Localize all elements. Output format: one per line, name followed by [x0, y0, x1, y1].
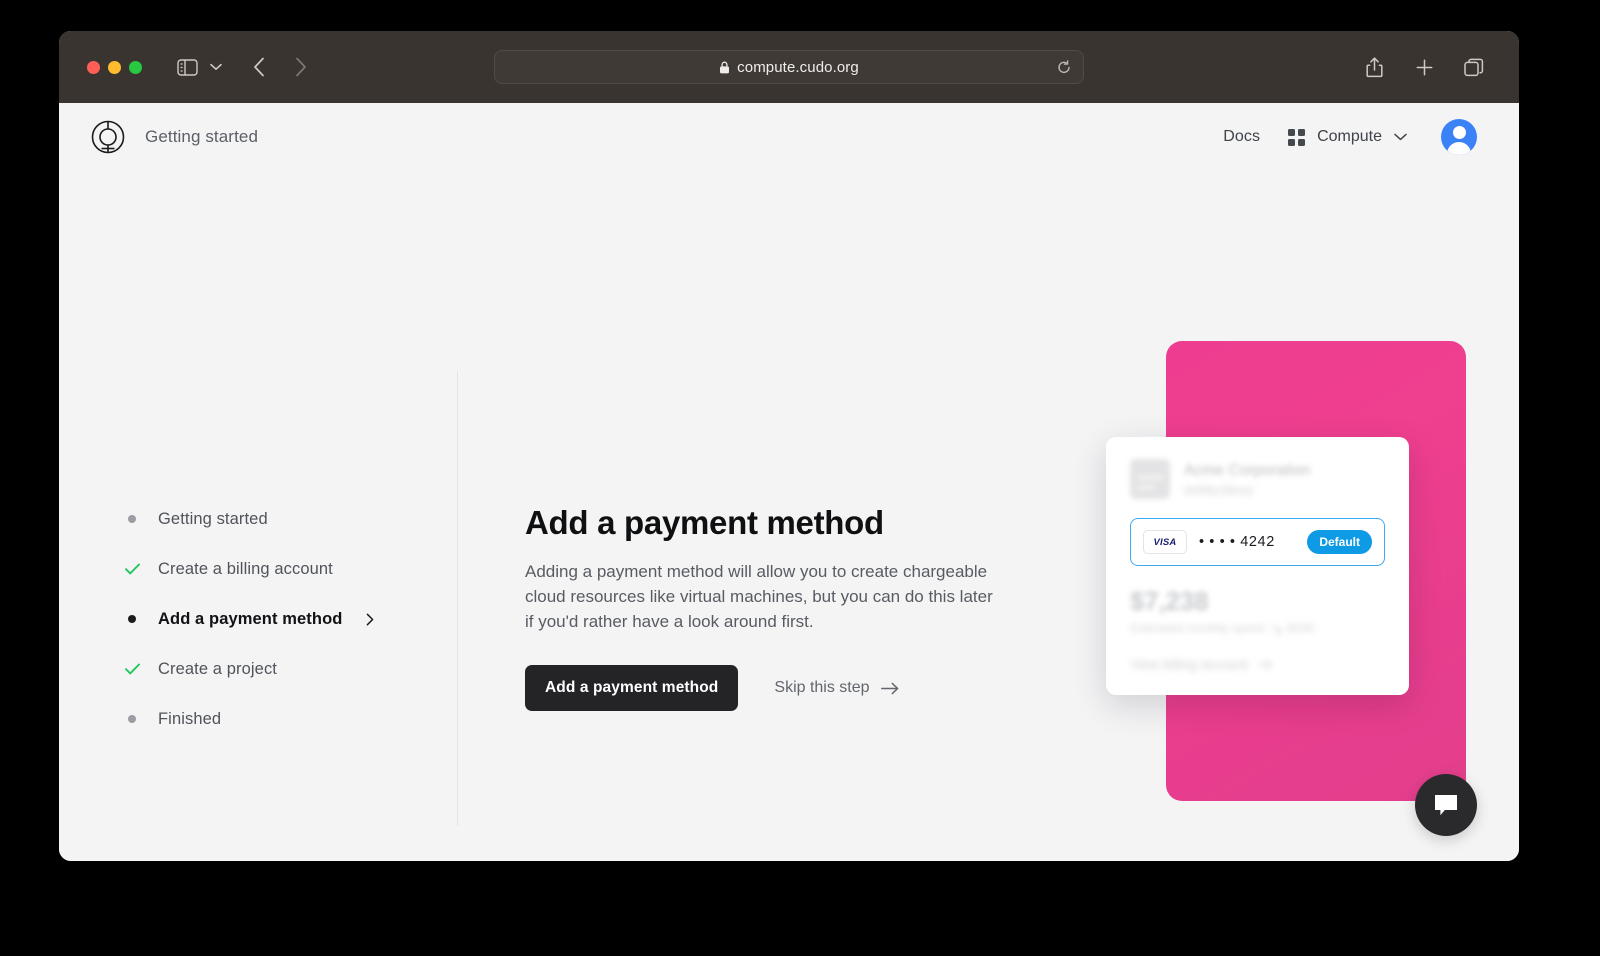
step-label: Add a payment method: [158, 609, 343, 628]
skip-this-step-link[interactable]: Skip this step: [774, 679, 898, 697]
zoom-window-button[interactable]: [129, 60, 142, 74]
address-bar[interactable]: compute.cudo.org: [494, 50, 1084, 84]
arrow-right-icon: [880, 682, 899, 695]
new-tab-plus-icon[interactable]: [1407, 50, 1441, 84]
visa-card-brand-icon: VISA: [1143, 530, 1187, 554]
reload-icon[interactable]: [1057, 59, 1071, 75]
step-check-icon: [124, 663, 140, 675]
share-icon[interactable]: [1357, 50, 1391, 84]
browser-toolbar-right: [1357, 50, 1491, 84]
page-description: Adding a payment method will allow you t…: [525, 562, 993, 631]
spend-caption-label: Estimated monthly spend: [1130, 621, 1265, 635]
chat-bubble-icon: [1433, 793, 1459, 817]
step-add-a-payment-method[interactable]: Add a payment method: [124, 594, 444, 644]
account-logo-placeholder-icon: [1130, 459, 1170, 499]
skip-this-step-label: Skip this step: [774, 679, 870, 696]
avatar-head: [1452, 126, 1466, 139]
arrow-right-icon: [1256, 659, 1272, 670]
spend-caption-row: Estimated monthly spend $185: [1130, 621, 1385, 635]
user-avatar[interactable]: [1441, 119, 1477, 155]
avatar-body: [1447, 142, 1471, 155]
browser-window: compute.cudo.org Getting started Docs Co…: [59, 31, 1519, 861]
content-divider: [457, 371, 458, 826]
close-window-button[interactable]: [87, 60, 100, 74]
step-dot-icon: [124, 715, 140, 723]
brand-area[interactable]: Getting started: [75, 120, 258, 154]
step-check-icon: [124, 563, 140, 575]
step-dot-icon: [124, 515, 140, 523]
add-payment-method-button[interactable]: Add a payment method: [525, 665, 739, 711]
product-switcher[interactable]: Compute: [1288, 128, 1407, 146]
onboarding-steps-list: Getting started Create a billing account: [124, 494, 444, 744]
step-create-a-project[interactable]: Create a project: [124, 644, 444, 694]
payment-method-row[interactable]: VISA • • • • 4242 Default: [1130, 518, 1385, 566]
chevron-right-icon: [366, 613, 374, 626]
step-label: Create a project: [158, 659, 277, 678]
main-content: Getting started Create a billing account: [59, 171, 1519, 861]
account-identity: Acme Corporation dx9i6y16luvy: [1184, 462, 1311, 497]
browser-nav-controls: [142, 50, 318, 84]
page-viewport: Getting started Docs Compute Getting sta…: [59, 103, 1519, 861]
arrow-down-right-icon: [1271, 622, 1282, 634]
browser-forward-button[interactable]: [284, 50, 318, 84]
sidebar-chevron-down-icon[interactable]: [206, 50, 226, 84]
spend-delta: $185: [1287, 621, 1315, 635]
step-label: Finished: [158, 709, 222, 728]
step-label: Getting started: [158, 509, 268, 528]
product-chevron-down-icon: [1394, 133, 1407, 141]
step-detail-panel: Add a payment method Adding a payment me…: [525, 504, 1025, 711]
header-nav: Docs Compute: [1223, 119, 1477, 155]
chat-launcher-button[interactable]: [1415, 774, 1477, 836]
tab-overview-icon[interactable]: [1457, 50, 1491, 84]
view-billing-account-label: View billing account: [1130, 657, 1249, 672]
step-label: Create a billing account: [158, 559, 333, 578]
action-row: Add a payment method Skip this step: [525, 665, 1025, 711]
account-name: Acme Corporation: [1184, 461, 1311, 479]
default-badge: Default: [1307, 530, 1372, 554]
view-billing-account-link[interactable]: View billing account: [1130, 657, 1385, 672]
card-number-masked: • • • • 4242: [1199, 534, 1275, 550]
billing-illustration: Acme Corporation dx9i6y16luvy VISA • • •…: [1106, 341, 1466, 811]
page-title: Add a payment method: [525, 504, 884, 541]
cudo-logo-icon[interactable]: [75, 120, 125, 154]
step-create-a-billing-account[interactable]: Create a billing account: [124, 544, 444, 594]
browser-titlebar: compute.cudo.org: [59, 31, 1519, 103]
docs-link[interactable]: Docs: [1223, 128, 1260, 146]
minimize-window-button[interactable]: [108, 60, 121, 74]
lock-icon: [719, 61, 730, 74]
account-id: dx9i6y16luvy: [1184, 482, 1254, 497]
step-finished[interactable]: Finished: [124, 694, 444, 744]
product-switcher-label: Compute: [1317, 128, 1382, 145]
app-header: Getting started Docs Compute: [59, 103, 1519, 171]
spend-amount: $7,238: [1130, 586, 1209, 616]
sidebar-toggle-icon[interactable]: [170, 50, 204, 84]
browser-back-button[interactable]: [242, 50, 276, 84]
grid-apps-icon: [1288, 128, 1306, 146]
step-dot-icon: [124, 615, 140, 623]
billing-account-card: Acme Corporation dx9i6y16luvy VISA • • •…: [1106, 437, 1409, 695]
address-bar-text: compute.cudo.org: [737, 58, 859, 76]
step-getting-started[interactable]: Getting started: [124, 494, 444, 544]
billing-account-header: Acme Corporation dx9i6y16luvy: [1130, 459, 1385, 499]
window-controls[interactable]: [87, 60, 142, 74]
page-breadcrumb-title: Getting started: [145, 127, 259, 146]
